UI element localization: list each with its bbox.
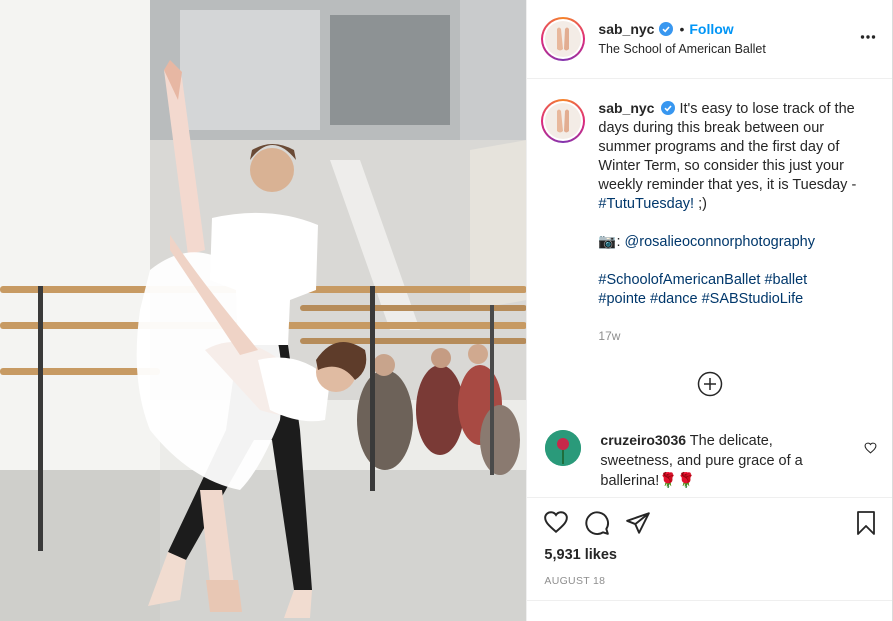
author-subtitle[interactable]: The School of American Ballet — [598, 39, 765, 59]
instagram-post: sab_nyc • Follow The School of American … — [0, 0, 893, 621]
rose-avatar-icon — [545, 430, 582, 466]
comment-item: cruzeiro3036 The delicate, sweetness, an… — [545, 430, 885, 491]
author-username[interactable]: sab_nyc — [598, 19, 654, 39]
comment-bubble-icon[interactable] — [584, 510, 610, 536]
like-heart-icon[interactable] — [543, 510, 569, 534]
camera-emoji: 📷: — [598, 234, 621, 250]
caption-timestamp: 17w — [598, 329, 621, 343]
commenter-avatar[interactable] — [545, 430, 582, 466]
post-actions-section: 5,931 likes AUGUST 18 — [527, 497, 893, 601]
caption-body: sab_nyc It's easy to lose track of the da… — [598, 99, 876, 346]
post-header: sab_nyc • Follow The School of American … — [527, 0, 893, 79]
verified-badge-icon — [661, 101, 676, 115]
caption-avatar[interactable] — [541, 99, 586, 143]
ballet-photo-illustration — [0, 0, 527, 621]
load-more-comments-icon[interactable] — [697, 371, 723, 397]
post-side-panel: sab_nyc • Follow The School of American … — [526, 0, 893, 621]
author-avatar[interactable] — [541, 17, 586, 61]
mention-link[interactable]: @rosalieoconnorphotography — [625, 234, 815, 250]
share-paper-plane-icon[interactable] — [625, 510, 651, 536]
hashtags-line-2[interactable]: #pointe #dance #SABStudioLife — [598, 290, 876, 309]
verified-badge-icon — [659, 22, 674, 36]
action-bar — [543, 510, 651, 536]
more-horizontal-icon[interactable] — [860, 34, 876, 40]
divider — [527, 600, 893, 601]
save-bookmark-icon[interactable] — [854, 510, 878, 536]
caption-username[interactable]: sab_nyc — [598, 100, 654, 116]
separator-dot: • — [679, 21, 685, 37]
commenter-username[interactable]: cruzeiro3036 — [600, 432, 686, 448]
pointe-shoes-icon — [557, 109, 570, 133]
follow-button[interactable]: Follow — [689, 19, 733, 39]
post-photo[interactable] — [0, 0, 527, 621]
post-date[interactable]: AUGUST 18 — [544, 575, 605, 587]
like-comment-heart-icon[interactable] — [864, 442, 877, 454]
hashtags-line-1[interactable]: #SchoolofAmericanBallet #ballet — [598, 271, 876, 290]
post-caption: sab_nyc It's easy to lose track of the da… — [541, 99, 876, 346]
likes-count[interactable]: 5,931 likes — [544, 547, 617, 563]
caption-tail: ;) — [698, 196, 707, 212]
pointe-shoes-icon — [557, 27, 570, 51]
hashtag-link[interactable]: #TutuTuesday! — [598, 196, 694, 212]
